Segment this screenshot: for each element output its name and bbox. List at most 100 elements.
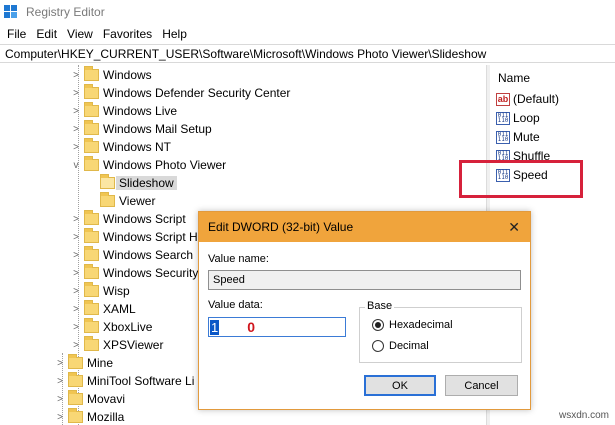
- folder-icon: [84, 228, 99, 243]
- radio-checked-icon[interactable]: [372, 319, 384, 331]
- dword-value-icon: 011 110: [496, 130, 510, 144]
- value-item-label: Mute: [513, 130, 540, 144]
- tree-item-label: Viewer: [119, 194, 156, 208]
- tree-item-windows-mail-setup[interactable]: > Windows Mail Setup: [70, 120, 212, 138]
- tree-item-windows[interactable]: > Windows: [70, 66, 152, 84]
- menu-view[interactable]: View: [64, 27, 100, 41]
- folder-icon: [68, 372, 83, 387]
- expand-chevron-icon[interactable]: >: [70, 106, 82, 117]
- title-bar: Registry Editor: [0, 0, 615, 24]
- string-value-icon: ab: [496, 92, 510, 106]
- tree-item-windows-security[interactable]: > Windows Security: [70, 264, 198, 282]
- cancel-button[interactable]: Cancel: [445, 375, 518, 396]
- base-label: Base: [365, 300, 395, 312]
- tree-item-label: Windows Live: [103, 104, 178, 118]
- address-bar[interactable]: Computer\HKEY_CURRENT_USER\Software\Micr…: [0, 44, 615, 63]
- open-folder-icon: [100, 174, 115, 189]
- expand-chevron-icon[interactable]: >: [70, 124, 82, 135]
- folder-icon: [84, 138, 99, 153]
- tree-item-mozilla[interactable]: > Mozilla: [54, 408, 124, 425]
- tree-item-label: Windows Security: [103, 266, 199, 280]
- menu-bar: File Edit View Favorites Help: [0, 24, 615, 43]
- value-item-loop[interactable]: 011 110 Loop: [496, 109, 540, 127]
- value-name-text: Speed: [213, 274, 245, 286]
- menu-file[interactable]: File: [4, 27, 33, 41]
- tree-item-xboxlive[interactable]: > XboxLive: [70, 318, 152, 336]
- expand-chevron-icon[interactable]: >: [54, 394, 66, 405]
- tree-item-windows-live[interactable]: > Windows Live: [70, 102, 177, 120]
- expand-chevron-icon[interactable]: >: [54, 358, 66, 369]
- registry-editor-icon: [4, 5, 18, 19]
- folder-icon: [84, 336, 99, 351]
- expand-chevron-icon[interactable]: >: [70, 268, 82, 279]
- radio-unchecked-icon[interactable]: [372, 340, 384, 352]
- tree-item-windows-script-host[interactable]: > Windows Script H: [70, 228, 198, 246]
- value-item-mute[interactable]: 011 110 Mute: [496, 128, 540, 146]
- value-item-default[interactable]: ab (Default): [496, 90, 559, 108]
- tree-item-label: Mine: [87, 356, 114, 370]
- folder-icon: [68, 354, 83, 369]
- column-header-name[interactable]: Name: [498, 71, 530, 85]
- tree-item-label: Windows Mail Setup: [103, 122, 212, 136]
- radio-hexadecimal-label: Hexadecimal: [389, 319, 453, 331]
- tree-item-windows-script[interactable]: > Windows Script: [70, 210, 186, 228]
- expand-chevron-icon[interactable]: >: [70, 88, 82, 99]
- radio-decimal[interactable]: Decimal: [372, 340, 429, 352]
- tree-item-label: Slideshow: [116, 176, 177, 190]
- tree-item-label: Windows Photo Viewer: [103, 158, 227, 172]
- tree-item-label: XPSViewer: [103, 338, 164, 352]
- value-name-field: Speed: [208, 270, 521, 290]
- folder-icon: [68, 408, 83, 423]
- tree-item-viewer[interactable]: Viewer: [100, 192, 155, 210]
- expand-chevron-icon[interactable]: >: [70, 340, 82, 351]
- tree-item-xaml[interactable]: > XAML: [70, 300, 136, 318]
- close-icon[interactable]: ✕: [508, 219, 520, 236]
- folder-icon: [84, 318, 99, 333]
- dialog-title: Edit DWORD (32-bit) Value: [208, 220, 354, 234]
- expand-chevron-icon[interactable]: >: [70, 70, 82, 81]
- tree-item-label: Wisp: [103, 284, 130, 298]
- expand-chevron-icon[interactable]: >: [70, 250, 82, 261]
- folder-icon: [84, 102, 99, 117]
- expand-chevron-icon[interactable]: >: [70, 304, 82, 315]
- tree-item-windows-search[interactable]: > Windows Search: [70, 246, 193, 264]
- tree-item-slideshow[interactable]: Slideshow: [100, 174, 177, 192]
- tree-item-minitool[interactable]: > MiniTool Software Li: [54, 372, 194, 390]
- value-item-label: Loop: [513, 111, 540, 125]
- folder-icon: [100, 192, 115, 207]
- radio-hexadecimal[interactable]: Hexadecimal: [372, 319, 453, 331]
- folder-icon: [84, 264, 99, 279]
- expand-chevron-icon[interactable]: >: [70, 322, 82, 333]
- expand-chevron-icon[interactable]: >: [70, 214, 82, 225]
- expand-chevron-icon[interactable]: >: [54, 412, 66, 423]
- dword-value-icon: 011 110: [496, 111, 510, 125]
- tree-item-wisp[interactable]: > Wisp: [70, 282, 130, 300]
- window-title: Registry Editor: [26, 5, 105, 19]
- tree-item-windows-nt[interactable]: > Windows NT: [70, 138, 171, 156]
- expand-chevron-icon[interactable]: >: [70, 142, 82, 153]
- expand-chevron-icon[interactable]: >: [70, 286, 82, 297]
- expand-chevron-icon[interactable]: >: [70, 232, 82, 243]
- menu-favorites[interactable]: Favorites: [100, 27, 159, 41]
- expand-chevron-icon[interactable]: >: [54, 376, 66, 387]
- edit-dword-dialog: Edit DWORD (32-bit) Value ✕ Value name: …: [198, 211, 531, 410]
- value-item-label: (Default): [513, 92, 560, 106]
- tree-item-windows-defender[interactable]: > Windows Defender Security Center: [70, 84, 290, 102]
- value-data-selection: 1: [210, 319, 220, 335]
- ok-button[interactable]: OK: [364, 375, 436, 396]
- tree-item-label: MiniTool Software Li: [87, 374, 195, 388]
- menu-edit[interactable]: Edit: [33, 27, 64, 41]
- tree-item-xpsviewer[interactable]: > XPSViewer: [70, 336, 163, 354]
- watermark: wsxdn.com: [558, 410, 609, 421]
- tree-item-movavi[interactable]: > Movavi: [54, 390, 125, 408]
- collapse-chevron-icon[interactable]: v: [70, 160, 82, 171]
- menu-help[interactable]: Help: [159, 27, 194, 41]
- tree-item-label: Mozilla: [87, 410, 125, 424]
- tree-item-windows-photo-viewer[interactable]: v Windows Photo Viewer: [70, 156, 226, 174]
- tree-item-label: XboxLive: [103, 320, 153, 334]
- folder-icon: [84, 66, 99, 81]
- dialog-title-bar[interactable]: Edit DWORD (32-bit) Value ✕: [199, 212, 530, 242]
- tree-item-label: Windows Script H: [103, 230, 198, 244]
- value-data-input[interactable]: 1 0: [208, 317, 346, 337]
- tree-item-mine[interactable]: > Mine: [54, 354, 113, 372]
